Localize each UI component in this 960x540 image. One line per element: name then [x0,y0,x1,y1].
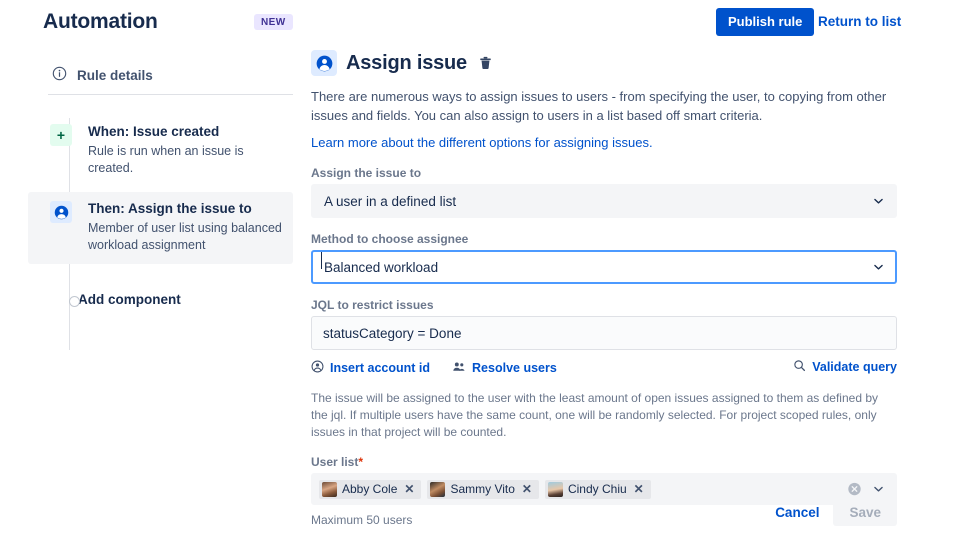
rule-sidebar: Rule details + When: Issue created Rule … [0,52,300,522]
user-chip: Sammy Vito ✕ [427,479,539,499]
user-chip-name: Sammy Vito [450,482,515,496]
trash-icon[interactable] [476,55,493,71]
sidebar-step-when[interactable]: + When: Issue created Rule is run when a… [28,115,293,187]
step-subtitle: Rule is run when an issue is created. [88,144,244,175]
info-circle-icon [52,66,67,84]
avatar [322,481,337,497]
user-chip: Cindy Chiu ✕ [544,479,651,499]
person-icon [311,50,337,76]
avatar [430,481,446,497]
required-marker: * [358,455,364,469]
user-chip: Abby Cole ✕ [319,479,422,499]
avatar [547,481,563,497]
new-badge: NEW [254,14,293,30]
person-icon [50,201,72,223]
user-chip-name: Abby Cole [342,482,398,496]
assign-to-value: A user in a defined list [324,193,457,209]
assignment-hint: The issue will be assigned to the user w… [311,391,878,439]
return-to-list-link[interactable]: Return to list [818,14,901,29]
search-icon [793,359,806,375]
top-bar: Automation NEW Publish rule Return to li… [0,0,960,46]
assign-issue-panel: Assign issue There are numerous ways to … [311,50,897,527]
step-subtitle: Member of user list using balanced workl… [88,221,282,252]
account-circle-icon [311,360,324,376]
validate-query-button[interactable]: Validate query [793,359,897,375]
chevron-down-icon [872,261,885,274]
save-button[interactable]: Save [833,499,897,526]
plus-icon: + [50,124,72,146]
method-label: Method to choose assignee [311,232,469,246]
form-footer: Cancel Save [771,499,897,526]
jql-label: JQL to restrict issues [311,298,434,312]
plus-glyph: + [56,127,66,143]
cancel-button[interactable]: Cancel [771,499,823,526]
resolve-users-label: Resolve users [472,361,557,375]
close-icon[interactable]: ✕ [402,483,416,495]
sidebar-item-rule-details[interactable]: Rule details [52,66,153,84]
insert-account-id-button[interactable]: Insert account id [311,360,430,376]
add-component-button[interactable]: Add component [28,292,293,307]
clear-circle-icon[interactable] [847,482,862,497]
add-component-label: Add component [78,292,181,307]
close-icon[interactable]: ✕ [632,483,646,495]
panel-description: There are numerous ways to assign issues… [311,89,887,123]
method-select[interactable]: Balanced workload [311,250,897,284]
method-value: Balanced workload [320,251,439,275]
chevron-down-icon [872,195,885,208]
step-title: When: Issue created [88,124,220,139]
sidebar-divider [48,94,293,95]
learn-more-link[interactable]: Learn more about the different options f… [311,135,653,150]
people-icon [452,360,466,376]
jql-input[interactable] [311,316,897,350]
step-title: Then: Assign the issue to [88,201,252,216]
jql-action-row: Insert account id Resolve users Validate… [311,359,897,377]
resolve-users-button[interactable]: Resolve users [452,360,557,376]
close-icon[interactable]: ✕ [520,483,534,495]
user-list-label: User list* [311,455,897,469]
assign-to-label: Assign the issue to [311,166,422,180]
chevron-down-icon[interactable] [872,483,885,496]
sidebar-item-label: Rule details [77,67,153,83]
user-list-label-text: User list [311,455,359,469]
page-title: Automation [43,10,158,33]
insert-account-id-label: Insert account id [330,361,431,375]
automation-rule-editor: Automation NEW Publish rule Return to li… [0,0,960,540]
validate-query-label: Validate query [812,360,897,374]
panel-title: Assign issue [346,51,467,74]
sidebar-step-then[interactable]: Then: Assign the issue to Member of user… [28,192,293,264]
publish-rule-button[interactable]: Publish rule [716,8,815,36]
user-chip-name: Cindy Chiu [567,482,627,496]
node-circle-icon [69,296,80,307]
panel-header: Assign issue [311,50,897,76]
assign-to-select[interactable]: A user in a defined list [311,184,897,218]
